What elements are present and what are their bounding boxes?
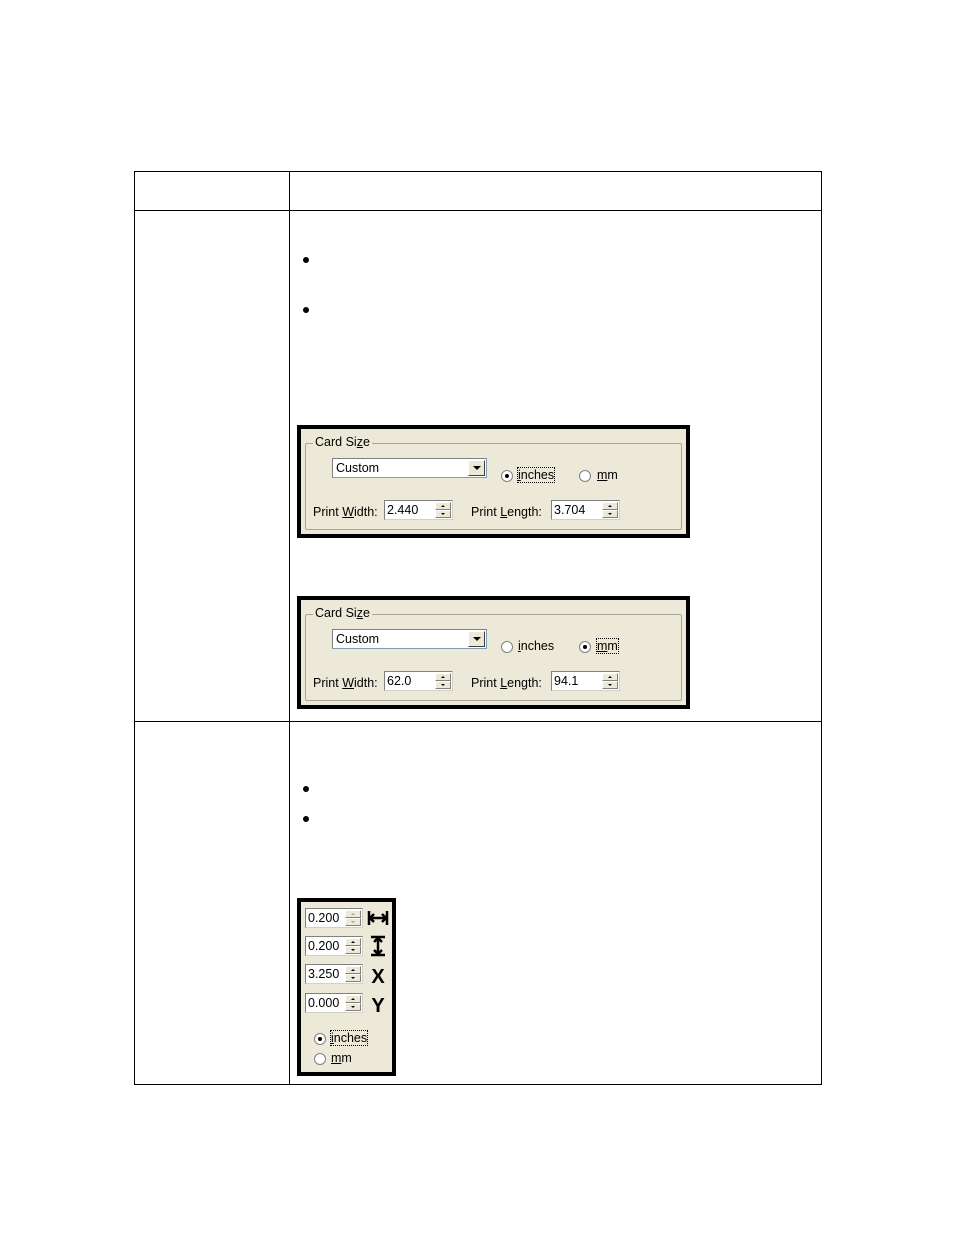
card-size-dropdown[interactable]: Custom: [332, 629, 487, 649]
width-margin-spinner[interactable]: 0.200: [305, 908, 363, 928]
inches-radio-label[interactable]: inches: [516, 467, 556, 483]
spin-up-button[interactable]: [345, 966, 361, 974]
spin-down-button[interactable]: [435, 681, 451, 689]
inches-radio-label[interactable]: inches: [518, 639, 554, 653]
table-row: Card Size Custom inches mm Print Width: …: [134, 210, 822, 722]
mm-radio-label[interactable]: mm: [331, 1051, 352, 1065]
x-offset-value[interactable]: 3.250: [308, 967, 339, 981]
spin-up-button[interactable]: [345, 995, 361, 1003]
dropdown-value: Custom: [336, 461, 380, 475]
mm-radio[interactable]: [579, 470, 591, 482]
y-offset-value[interactable]: 0.000: [308, 996, 339, 1010]
mm-radio[interactable]: [314, 1053, 326, 1065]
width-margin-value[interactable]: 0.200: [308, 911, 339, 925]
height-arrows-icon: [367, 935, 389, 957]
spin-up-button[interactable]: [602, 502, 618, 510]
spin-down-button[interactable]: [345, 946, 361, 954]
table-header-row: [134, 171, 822, 211]
print-length-spinner[interactable]: 94.1: [551, 671, 620, 691]
card-size-title: Card Size: [313, 435, 372, 449]
height-margin-value[interactable]: 0.200: [308, 939, 339, 953]
spin-down-button[interactable]: [345, 974, 361, 982]
y-offset-spinner[interactable]: 0.000: [305, 993, 363, 1013]
x-offset-icon: X: [371, 966, 385, 988]
print-length-spinner[interactable]: 3.704: [551, 500, 620, 520]
bullet-icon: [303, 257, 309, 263]
row2-content-cell: 0.200 0.200 3.250 X 0.000 Y inches mm: [289, 721, 822, 1085]
width-arrows-icon: [367, 907, 389, 929]
print-length-label: Print Length:: [471, 676, 542, 690]
spin-up-button[interactable]: [602, 673, 618, 681]
mm-radio[interactable]: [579, 641, 591, 653]
header-cell-2: [289, 171, 822, 211]
row2-label-cell: [134, 721, 290, 1085]
bullet-icon: [303, 786, 309, 792]
spin-down-button[interactable]: [602, 681, 618, 689]
bullet-icon: [303, 307, 309, 313]
spin-down-button[interactable]: [345, 1003, 361, 1011]
inches-radio[interactable]: [501, 641, 513, 653]
y-offset-icon: Y: [371, 995, 385, 1017]
spin-up-button[interactable]: [345, 938, 361, 946]
print-width-label: Print Width:: [313, 676, 378, 690]
print-length-value[interactable]: 94.1: [554, 674, 578, 688]
dropdown-value: Custom: [336, 632, 380, 646]
print-width-spinner[interactable]: 2.440: [384, 500, 453, 520]
spin-down-button[interactable]: [435, 510, 451, 518]
document-table: Card Size Custom inches mm Print Width: …: [134, 171, 822, 1085]
chevron-down-icon[interactable]: [468, 631, 485, 647]
spin-down-button[interactable]: [602, 510, 618, 518]
header-cell-1: [134, 171, 290, 211]
inches-radio[interactable]: [501, 470, 513, 482]
card-size-panel-mm: Card Size Custom inches mm Print Width: …: [297, 596, 690, 709]
chevron-down-icon[interactable]: [468, 460, 485, 476]
row1-label-cell: [134, 210, 290, 722]
mm-radio-label[interactable]: mm: [597, 468, 618, 482]
spin-down-button[interactable]: [345, 918, 361, 926]
table-row: 0.200 0.200 3.250 X 0.000 Y inches mm: [134, 721, 822, 1085]
card-size-title: Card Size: [313, 606, 372, 620]
height-margin-spinner[interactable]: 0.200: [305, 936, 363, 956]
print-width-value[interactable]: 2.440: [387, 503, 418, 517]
print-width-spinner[interactable]: 62.0: [384, 671, 453, 691]
inches-radio[interactable]: [314, 1033, 326, 1045]
card-size-panel-inches: Card Size Custom inches mm Print Width: …: [297, 425, 690, 538]
spin-up-button[interactable]: [345, 910, 361, 918]
print-width-value[interactable]: 62.0: [387, 674, 411, 688]
row1-content-cell: Card Size Custom inches mm Print Width: …: [289, 210, 822, 722]
print-length-label: Print Length:: [471, 505, 542, 519]
margins-panel: 0.200 0.200 3.250 X 0.000 Y inches mm: [297, 898, 396, 1076]
mm-radio-label[interactable]: mm: [596, 638, 619, 654]
card-size-dropdown[interactable]: Custom: [332, 458, 487, 478]
print-length-value[interactable]: 3.704: [554, 503, 585, 517]
x-offset-spinner[interactable]: 3.250: [305, 964, 363, 984]
spin-up-button[interactable]: [435, 673, 451, 681]
spin-up-button[interactable]: [435, 502, 451, 510]
inches-radio-label[interactable]: inches: [329, 1030, 369, 1046]
print-width-label: Print Width:: [313, 505, 378, 519]
bullet-icon: [303, 816, 309, 822]
